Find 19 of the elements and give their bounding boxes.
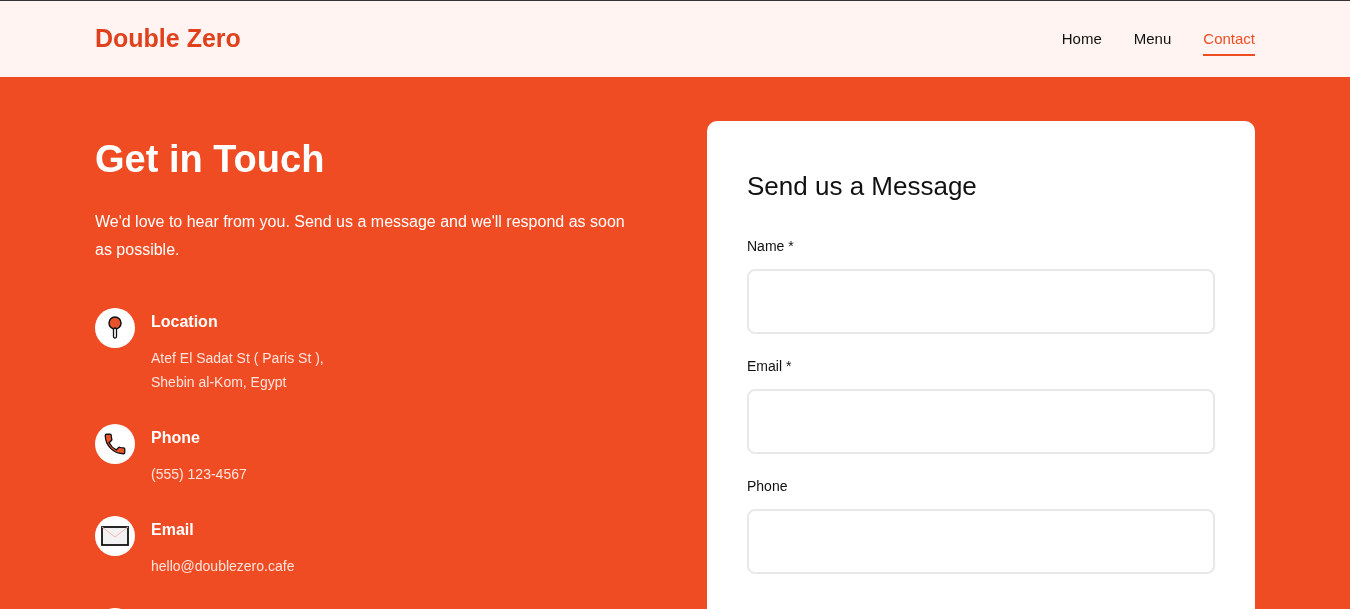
contact-detail: hello@doublezero.cafe — [151, 557, 295, 576]
page-heading: Get in Touch — [95, 137, 326, 182]
field-label: Email * — [747, 357, 793, 376]
phone-icon — [102, 431, 128, 457]
pin-icon — [107, 316, 123, 340]
contact-title: Phone — [151, 428, 201, 448]
field-label: Name * — [747, 237, 795, 256]
intro-text: We'd love to hear from you. Send us a message and we'll respond as soon as possible. — [95, 212, 626, 260]
field-label: Phone — [747, 477, 789, 496]
brand-logo[interactable]: Double Zero — [95, 20, 241, 58]
nav-link[interactable]: Home — [1061, 21, 1102, 57]
nav-link[interactable]: Menu — [1133, 21, 1172, 57]
contact-title: Location — [151, 312, 219, 332]
contact-detail: (555) 123-4567 — [151, 465, 247, 484]
contact-title: Email — [151, 520, 195, 540]
contact-detail: Atef El Sadat St ( Paris St ), — [151, 349, 324, 368]
envelope-icon — [101, 526, 129, 546]
contact-detail: Shebin al-Kom, Egypt — [151, 373, 288, 392]
form-title: Send us a Message — [747, 170, 978, 203]
